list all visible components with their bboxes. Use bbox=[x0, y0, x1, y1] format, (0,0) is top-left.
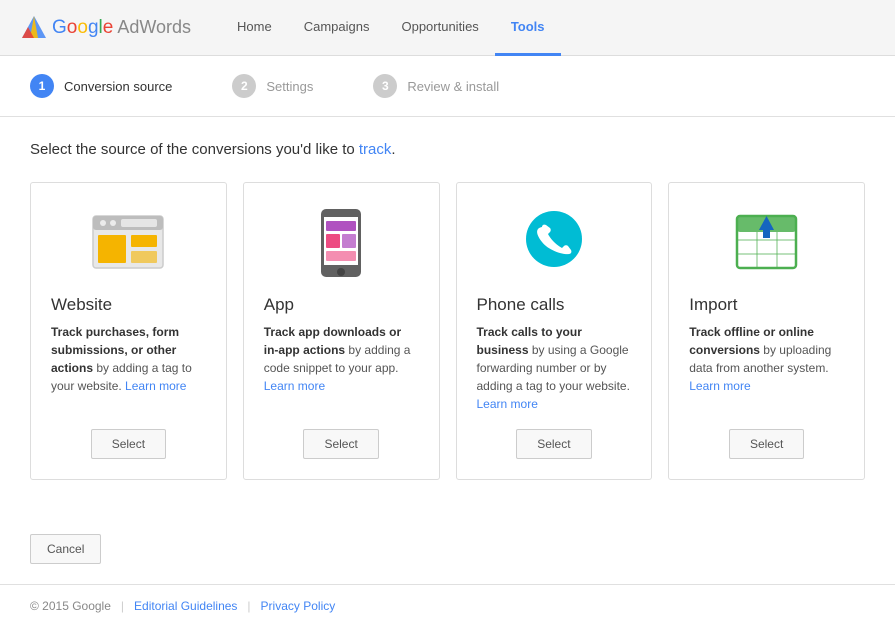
step-2-circle: 2 bbox=[232, 74, 256, 98]
website-icon bbox=[83, 211, 173, 276]
editorial-guidelines-link[interactable]: Editorial Guidelines bbox=[134, 599, 237, 613]
website-card-desc: Track purchases, form submissions, or ot… bbox=[51, 323, 206, 413]
nav-home[interactable]: Home bbox=[221, 0, 288, 56]
app-learn-more[interactable]: Learn more bbox=[264, 379, 325, 393]
page-title-suffix: . bbox=[391, 141, 395, 158]
step-3-circle: 3 bbox=[373, 74, 397, 98]
card-phone: Phone calls Track calls to your business… bbox=[456, 182, 653, 480]
app-card-title: App bbox=[264, 295, 294, 315]
main-nav: Home Campaigns Opportunities Tools bbox=[221, 0, 560, 56]
website-select-button[interactable]: Select bbox=[91, 429, 166, 459]
card-website: Website Track purchases, form submission… bbox=[30, 182, 227, 480]
step-2: 2 Settings bbox=[232, 74, 313, 98]
card-import: Import Track offline or online conversio… bbox=[668, 182, 865, 480]
app-icon bbox=[311, 207, 371, 279]
app-card-desc: Track app downloads or in-app actions by… bbox=[264, 323, 419, 413]
adwords-logo-icon bbox=[20, 14, 48, 42]
app-icon-container bbox=[264, 203, 419, 283]
card-app: App Track app downloads or in-app action… bbox=[243, 182, 440, 480]
website-icon-container bbox=[51, 203, 206, 283]
import-icon bbox=[729, 208, 804, 278]
page-title-highlight: track bbox=[359, 141, 392, 158]
header: Google AdWords Home Campaigns Opportunit… bbox=[0, 0, 895, 56]
website-learn-more[interactable]: Learn more bbox=[125, 379, 186, 393]
phone-card-desc: Track calls to your business by using a … bbox=[477, 323, 632, 413]
step-1-label: Conversion source bbox=[64, 79, 172, 94]
footer-sep-2: | bbox=[247, 599, 250, 613]
nav-tools[interactable]: Tools bbox=[495, 0, 561, 56]
nav-opportunities[interactable]: Opportunities bbox=[385, 0, 494, 56]
cancel-button[interactable]: Cancel bbox=[30, 534, 101, 564]
conversion-source-cards: Website Track purchases, form submission… bbox=[30, 182, 865, 480]
logo-google-text: Google bbox=[52, 17, 113, 39]
nav-campaigns[interactable]: Campaigns bbox=[288, 0, 386, 56]
cancel-section: Cancel bbox=[0, 534, 895, 584]
import-card-desc: Track offline or online conversions by u… bbox=[689, 323, 844, 413]
footer: © 2015 Google | Editorial Guidelines | P… bbox=[0, 584, 895, 627]
step-2-label: Settings bbox=[266, 79, 313, 94]
page-title: Select the source of the conversions you… bbox=[30, 141, 865, 158]
page-title-prefix: Select the source of the conversions you… bbox=[30, 141, 359, 158]
app-select-button[interactable]: Select bbox=[303, 429, 378, 459]
website-card-title: Website bbox=[51, 295, 112, 315]
logo-adwords-text: AdWords bbox=[117, 17, 191, 38]
stepper: 1 Conversion source 2 Settings 3 Review … bbox=[0, 56, 895, 117]
import-card-title: Import bbox=[689, 295, 737, 315]
phone-card-title: Phone calls bbox=[477, 295, 565, 315]
step-1: 1 Conversion source bbox=[30, 74, 172, 98]
footer-sep-1: | bbox=[121, 599, 124, 613]
privacy-policy-link[interactable]: Privacy Policy bbox=[261, 599, 336, 613]
step-3-label: Review & install bbox=[407, 79, 499, 94]
phone-calls-icon bbox=[514, 207, 594, 279]
step-1-circle: 1 bbox=[30, 74, 54, 98]
footer-copyright: © 2015 Google bbox=[30, 599, 111, 613]
phone-learn-more[interactable]: Learn more bbox=[477, 397, 538, 411]
logo: Google AdWords bbox=[20, 14, 191, 42]
import-learn-more[interactable]: Learn more bbox=[689, 379, 750, 393]
step-3: 3 Review & install bbox=[373, 74, 499, 98]
import-icon-container bbox=[689, 203, 844, 283]
phone-select-button[interactable]: Select bbox=[516, 429, 591, 459]
main-content: Select the source of the conversions you… bbox=[0, 117, 895, 534]
phone-icon-container bbox=[477, 203, 632, 283]
import-select-button[interactable]: Select bbox=[729, 429, 804, 459]
